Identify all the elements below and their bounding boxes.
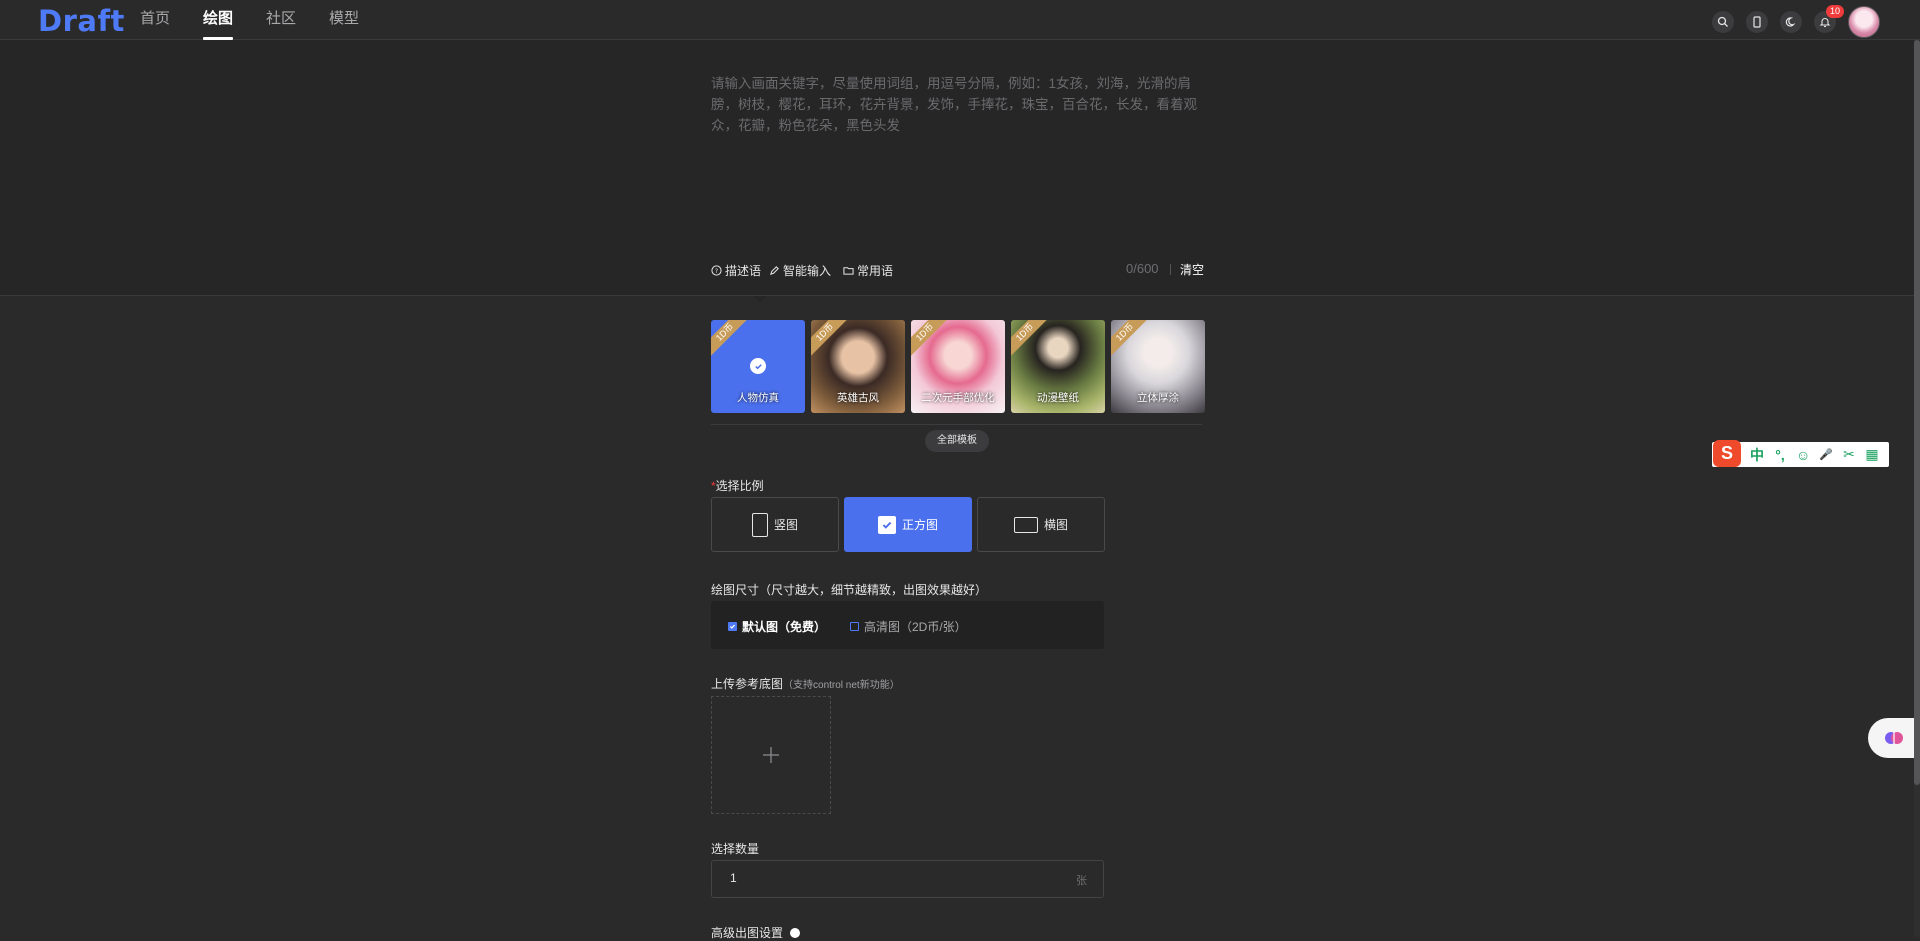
count-unit: 张 [1076,875,1087,887]
template-card[interactable]: 1D币 英雄古风 [811,320,905,413]
size-label: 绘图尺寸（尺寸越大，细节越精致，出图效果越好） [711,583,988,597]
prompt-placeholder[interactable]: 请输入画面关键字，尽量使用词组，用逗号分隔，例如：1女孩，刘海，光滑的肩膀，树枝… [711,73,1201,136]
ime-chinese-mode[interactable]: 中 [1750,445,1764,465]
bell-icon [1819,18,1831,28]
top-navigation-bar: Draft 首页 绘图 社区 模型 10 [0,0,1920,40]
portrait-icon [751,512,768,537]
upload-sub-label: （支持control net新功能） [783,680,900,691]
size-default-option[interactable]: 默认图（免费） [728,618,826,635]
sogou-logo-icon[interactable]: S [1713,440,1741,467]
coin-badge: 1D币 [911,320,951,359]
size-options: 默认图（免费） 高清图（2D币/张） [711,601,1104,649]
coin-badge: 1D币 [811,320,851,359]
header-actions: 10 [1700,5,1880,38]
ratio-landscape-label: 横图 [1043,518,1068,532]
template-list: 1D币 人物仿真 1D币 英雄古风 1D币 二次元手部优化 1D币 动漫壁纸 1… [711,320,1205,413]
description-label: 描述语 [725,264,762,278]
mobile-button[interactable] [1746,11,1768,33]
folder-icon [843,267,854,275]
common-phrases-label: 常用语 [857,264,894,278]
theme-toggle-button[interactable] [1780,11,1802,33]
count-field[interactable]: 张 [711,860,1104,898]
description-button[interactable]: ? 描述语 [711,262,761,279]
count-label: 选择数量 [711,842,760,856]
upload-label: 上传参考底图（支持control net新功能） [711,675,900,692]
coin-badge: 1D币 [1111,320,1151,359]
size-hd-option[interactable]: 高清图（2D币/张） [850,618,967,635]
brain-icon [1885,732,1903,744]
prompt-input-area[interactable]: 请输入画面关键字，尽量使用词组，用逗号分隔，例如：1女孩，刘海，光滑的肩膀，树枝… [0,40,1920,296]
nav-item-models[interactable]: 模型 [329,0,359,40]
phone-icon [1753,16,1761,28]
coin-badge: 1D币 [1011,320,1051,359]
nav-item-home[interactable]: 首页 [140,0,170,40]
count-input[interactable] [728,870,1032,886]
ratio-square-label: 正方图 [901,518,938,532]
question-circle-icon: ? [711,265,722,276]
ratio-landscape-button[interactable]: 横图 [977,497,1105,552]
search-button[interactable] [1712,11,1734,33]
templates-divider [711,424,1202,425]
brand-logo[interactable]: Draft [38,4,125,38]
checkbox-checked-icon [877,515,896,534]
ime-scissors-icon[interactable]: ✂ [1842,446,1856,463]
template-name: 人物仿真 [737,392,779,404]
checkbox-icon [850,622,859,631]
ratio-label: *选择比例 [711,477,764,494]
prompt-tools: ? 描述语 智能输入 常用语 [711,262,893,279]
pen-icon [770,266,779,275]
upload-dropzone[interactable] [711,696,831,814]
all-templates-button[interactable]: 全部模板 [925,430,989,452]
ime-voice-icon[interactable]: 🎤 [1819,448,1833,461]
template-card[interactable]: 1D币 动漫壁纸 [1011,320,1105,413]
common-phrases-button[interactable]: 常用语 [843,262,893,279]
notifications-button[interactable]: 10 [1814,5,1844,33]
smart-input-button[interactable]: 智能输入 [769,262,831,279]
ime-emoji-icon[interactable]: ☺ [1796,447,1810,463]
template-card[interactable]: 1D币 二次元手部优化 [911,320,1005,413]
page-scrollbar-thumb[interactable] [1914,40,1920,785]
ratio-portrait-button[interactable]: 竖图 [711,497,839,552]
main-nav: 首页 绘图 社区 模型 [140,0,392,40]
counter-divider [1170,264,1171,275]
template-card[interactable]: 1D币 人物仿真 [711,320,805,413]
check-icon [750,358,766,374]
advanced-settings-row: 高级出图设置 [711,924,810,941]
plus-icon [763,747,779,763]
assistant-float-button[interactable] [1868,718,1920,758]
ratio-portrait-label: 竖图 [773,518,798,532]
advanced-label: 高级出图设置 [711,926,784,940]
template-name: 英雄古风 [837,392,879,404]
template-name: 动漫壁纸 [1037,392,1079,404]
checkbox-checked-icon [728,622,737,631]
upload-label-text: 上传参考底图 [711,677,784,691]
ime-punctuation-icon[interactable]: °, [1773,447,1787,463]
smart-input-label: 智能输入 [783,264,832,278]
nav-item-draw[interactable]: 绘图 [203,0,234,40]
template-card[interactable]: 1D币 立体厚涂 [1111,320,1205,413]
clear-button[interactable]: 清空 [1180,261,1204,278]
moon-icon [1785,17,1796,27]
template-name: 立体厚涂 [1137,392,1179,404]
ratio-options: 竖图 正方图 横图 [711,497,1105,552]
size-default-label: 默认图（免费） [742,620,827,634]
search-icon [1717,16,1728,27]
prompt-pointer [753,296,767,303]
advanced-toggle[interactable] [789,927,810,938]
nav-item-community[interactable]: 社区 [266,0,296,40]
ratio-label-text: 选择比例 [715,479,764,493]
template-name: 二次元手部优化 [921,392,995,404]
landscape-icon [1013,516,1038,533]
coin-badge: 1D币 [711,320,751,359]
notification-badge: 10 [1825,5,1844,18]
user-avatar[interactable] [1848,6,1880,38]
ime-grid-icon[interactable]: ▦ [1865,446,1879,463]
ime-toolbar: S 中 °, ☺ 🎤 ✂ ▦ [1712,440,1889,467]
size-hd-label: 高清图（2D币/张） [864,620,967,634]
char-counter: 0/600 [1126,261,1159,276]
svg-text:?: ? [715,267,718,275]
ratio-square-button[interactable]: 正方图 [844,497,972,552]
